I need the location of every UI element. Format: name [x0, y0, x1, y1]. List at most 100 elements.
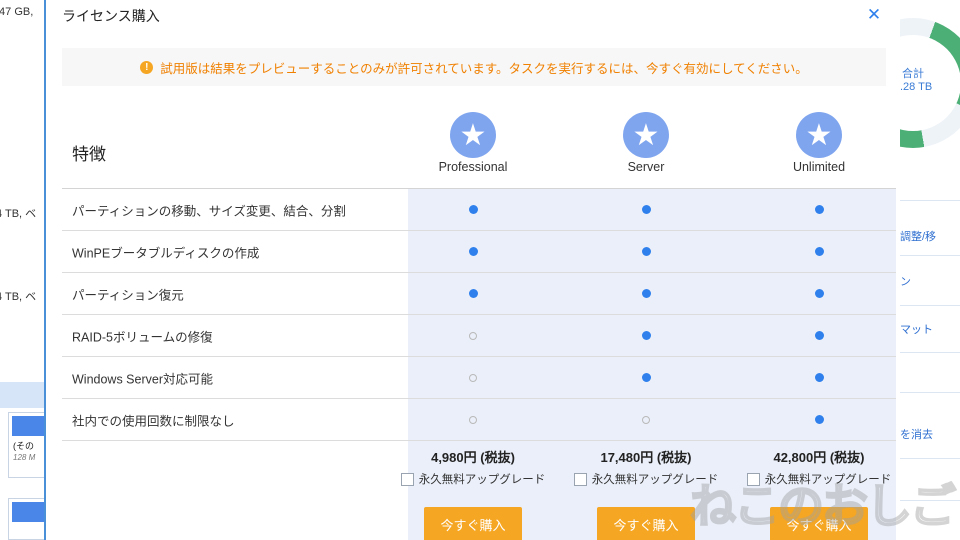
buy-cell-professional: 今すぐ購入 [408, 507, 538, 540]
background-right-summary-panel: 合計 2.28 TB 調整/移 ン マット を消去 [898, 0, 960, 540]
background-disk-text-1: 4 TB, ベ [0, 208, 37, 220]
upgrade-label-professional: 永久無料アップグレード [418, 474, 546, 486]
background-partition-bar [12, 416, 44, 436]
price-amount-server: 17,480円 (税抜) [600, 450, 692, 465]
price-cell-unlimited: 42,800円 (税抜) 永久無料アップグレード [746, 447, 891, 487]
buy-now-button-server[interactable]: 今すぐ購入 [597, 507, 695, 540]
background-menu-item-0[interactable]: 調整/移 [900, 225, 960, 244]
included-dot-icon [641, 288, 651, 298]
cell-professional [408, 327, 538, 345]
included-dot-icon [641, 246, 651, 256]
included-dot-icon [814, 414, 824, 424]
background-partition-bar-2 [12, 502, 44, 522]
excluded-dot-icon [469, 415, 477, 424]
trial-notice-banner: ! 試用版は結果をプレビューすることのみが許可されています。タスクを実行するには… [62, 48, 886, 86]
background-disk-text-2: 4 TB, ベ [0, 291, 37, 303]
buy-cell-unlimited: 今すぐ購入 [754, 507, 884, 540]
background-menu-item-1[interactable]: ン [900, 270, 960, 289]
background-menu-item-3[interactable]: を消去 [900, 423, 960, 442]
excluded-dot-icon [469, 373, 477, 382]
cell-server [581, 369, 711, 387]
feature-rows: パーティションの移動、サイズ変更、結合、分割 WinPEブータブルディスクの作成… [62, 188, 896, 441]
total-caption: 合計 [902, 68, 924, 80]
buy-now-button-unlimited[interactable]: 今すぐ購入 [770, 507, 868, 540]
price-row: 4,980円 (税抜) 永久無料アップグレード 17,480円 (税抜) 永久無… [62, 441, 896, 497]
background-menu-divider-2 [900, 305, 960, 306]
upgrade-option-professional[interactable]: 永久無料アップグレード [400, 471, 545, 487]
included-dot-icon [468, 246, 478, 256]
buy-cell-server: 今すぐ購入 [581, 507, 711, 540]
cell-professional [408, 243, 538, 261]
included-dot-icon [814, 204, 824, 214]
plan-header-unlimited: ★ Unlimited [754, 112, 884, 174]
background-left-disk-list: .47 GB, 4 TB, ベ 4 TB, ベ (その 128 M [0, 0, 46, 540]
dialog-header: ライセンス購入 ✕ [46, 0, 900, 30]
warning-icon: ! [140, 60, 154, 74]
dialog-title: ライセンス購入 [62, 8, 160, 24]
background-menu-item-2[interactable]: マット [900, 318, 960, 337]
background-menu-divider-5 [900, 458, 960, 459]
star-badge-icon: ★ [796, 112, 842, 158]
plan-name-professional: Professional [438, 160, 508, 174]
cell-server [581, 411, 711, 429]
plan-header-server: ★ Server [581, 112, 711, 174]
close-icon[interactable]: ✕ [864, 5, 884, 25]
background-menu-divider-3 [900, 352, 960, 353]
included-dot-icon [468, 288, 478, 298]
included-dot-icon [814, 288, 824, 298]
buy-now-button-professional[interactable]: 今すぐ購入 [424, 507, 522, 540]
included-dot-icon [641, 204, 651, 214]
star-glyph: ★ [632, 118, 660, 152]
background-partition-card: (その 128 M [8, 412, 44, 478]
price-amount-professional: 4,980円 (税抜) [431, 450, 515, 465]
star-glyph: ★ [805, 118, 833, 152]
plan-name-unlimited: Unlimited [792, 160, 846, 174]
feature-label: 社内での使用回数に制限なし [72, 414, 235, 428]
background-partition-title: (その [13, 441, 34, 451]
included-dot-icon [641, 372, 651, 382]
background-menu-divider-4 [900, 392, 960, 393]
feature-label: パーティションの移動、サイズ変更、結合、分割 [72, 204, 346, 218]
included-dot-icon [814, 246, 824, 256]
feature-label: Windows Server対応可能 [72, 372, 213, 386]
background-disk-text-0: .47 GB, [0, 6, 34, 18]
price-cell-professional: 4,980円 (税抜) 永久無料アップグレード [400, 447, 545, 487]
table-row: WinPEブータブルディスクの作成 [62, 231, 896, 273]
checkbox-upgrade-unlimited[interactable] [746, 472, 760, 486]
included-dot-icon [468, 204, 478, 214]
table-row: RAID-5ボリュームの修復 [62, 315, 896, 357]
checkbox-upgrade-server[interactable] [573, 472, 587, 486]
upgrade-option-server[interactable]: 永久無料アップグレード [573, 471, 718, 487]
background-menu-divider-1 [900, 255, 960, 256]
plan-header-professional: ★ Professional [408, 112, 538, 174]
cell-server [581, 285, 711, 303]
included-dot-icon [814, 372, 824, 382]
star-badge-icon: ★ [623, 112, 669, 158]
plan-name-server: Server [627, 160, 665, 174]
background-menu-divider-0 [900, 200, 960, 201]
plan-header-row: 特徴 ★ Professional ★ Server ★ Unlimited [62, 104, 896, 188]
cell-server [581, 327, 711, 345]
checkbox-upgrade-professional[interactable] [400, 472, 414, 486]
cell-professional [408, 285, 538, 303]
included-dot-icon [641, 330, 651, 340]
feature-label: パーティション復元 [72, 288, 184, 302]
cell-unlimited [754, 201, 884, 219]
upgrade-option-unlimited[interactable]: 永久無料アップグレード [746, 471, 891, 487]
screen: .47 GB, 4 TB, ベ 4 TB, ベ (その 128 M 合計 2.2… [0, 0, 960, 540]
price-cell-server: 17,480円 (税抜) 永久無料アップグレード [573, 447, 718, 487]
plan-comparison-table: 特徴 ★ Professional ★ Server ★ Unlimited パ… [62, 104, 896, 540]
table-row: パーティション復元 [62, 273, 896, 315]
cell-professional [408, 369, 538, 387]
cell-professional [408, 201, 538, 219]
cell-unlimited [754, 327, 884, 345]
table-row: Windows Server対応可能 [62, 357, 896, 399]
cell-unlimited [754, 369, 884, 387]
feature-column-header: 特徴 [72, 145, 106, 164]
price-amount-unlimited: 42,800円 (税抜) [773, 450, 865, 465]
buy-button-row: 今すぐ購入 今すぐ購入 今すぐ購入 [62, 497, 896, 540]
license-purchase-dialog: ライセンス購入 ✕ ! 試用版は結果をプレビューすることのみが許可されています。… [44, 0, 900, 540]
excluded-dot-icon [469, 331, 477, 340]
excluded-dot-icon [642, 415, 650, 424]
cell-server [581, 243, 711, 261]
